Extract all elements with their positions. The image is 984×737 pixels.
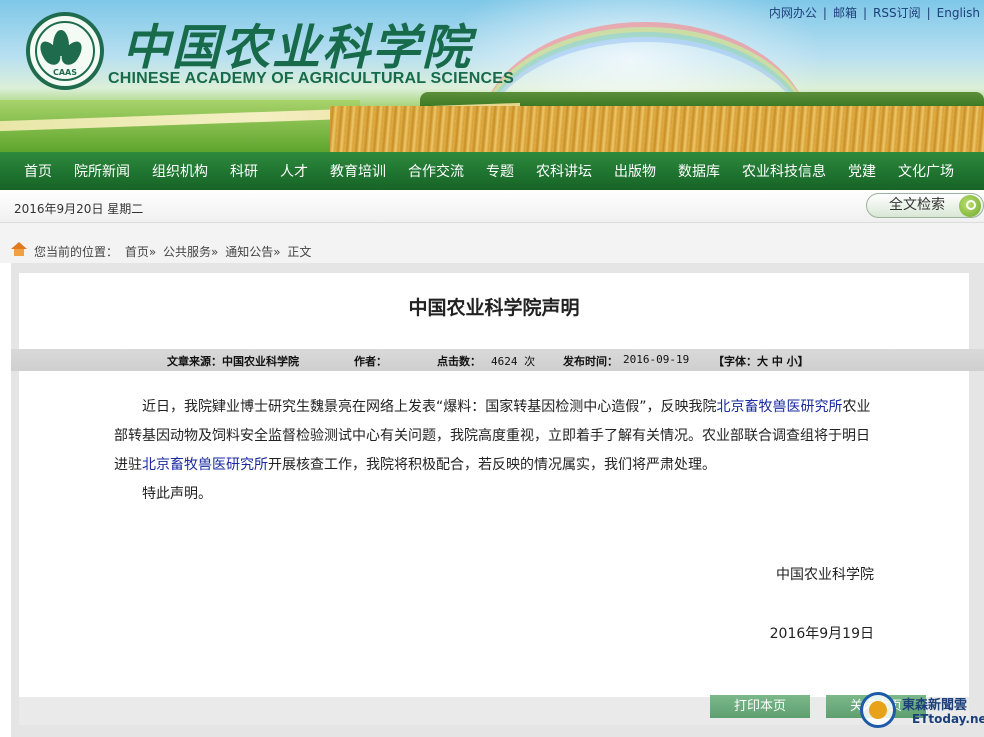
meta-author: 作者： xyxy=(354,355,387,368)
banner-wheat-field xyxy=(330,106,984,152)
site-title-cn[interactable]: 中国农业科学院 xyxy=(122,8,472,78)
print-button[interactable]: 打印本页 xyxy=(710,695,810,718)
nav-item-culture[interactable]: 文化广场 xyxy=(887,161,965,181)
date-bar: 2016年9月20日 星期二 xyxy=(0,190,984,223)
link-separator: | xyxy=(862,6,868,20)
para-text-3: 开展核查工作，我院将积极配合，若反映的情况属实，我们将严肃处理。 xyxy=(268,457,716,473)
article-paragraph: 近日，我院肄业博士研究生魏景亮在网络上发表“爆料：国家转基因检测中心造假”，反映… xyxy=(114,393,874,480)
meta-clicks-value: 4624 次 xyxy=(491,355,536,368)
mailbox-link[interactable]: 邮箱 xyxy=(833,6,857,20)
nav-item-home[interactable]: 首页 xyxy=(0,161,63,181)
fulltext-search-button[interactable]: 全文检索 xyxy=(866,193,984,218)
search-label: 全文检索 xyxy=(889,197,945,213)
ettoday-logo-icon xyxy=(860,692,896,728)
breadcrumb-prefix: 您当前的位置： xyxy=(34,245,119,259)
nav-item-news[interactable]: 院所新闻 xyxy=(63,161,141,181)
nav-item-topics[interactable]: 专题 xyxy=(475,161,525,181)
article-sign-date: 2016年9月19日 xyxy=(769,626,874,642)
top-links: 内网办公 | 邮箱 | RSS订阅 | English xyxy=(769,4,980,21)
home-icon-roof xyxy=(11,242,27,249)
watermark-line2: ETtoday.net xyxy=(912,712,984,726)
nav-item-lectures[interactable]: 农科讲坛 xyxy=(525,161,603,181)
nav-item-research[interactable]: 科研 xyxy=(219,161,269,181)
nav-item-database[interactable]: 数据库 xyxy=(667,161,731,181)
nav-item-organization[interactable]: 组织机构 xyxy=(141,161,219,181)
meta-time-label: 发布时间： xyxy=(563,355,618,368)
link-separator: | xyxy=(822,6,827,20)
current-date: 2016年9月20日 星期二 xyxy=(14,202,144,216)
nav-item-agri-info[interactable]: 农业科技信息 xyxy=(731,161,837,181)
breadcrumb-current: 正文 xyxy=(287,245,312,259)
ettoday-watermark: 東森新聞雲 ETtoday.net xyxy=(860,690,984,730)
search-icon[interactable] xyxy=(959,195,981,217)
article-signature: 中国农业科学院 xyxy=(776,567,874,583)
english-link[interactable]: English xyxy=(937,6,980,20)
main-nav: 首页 院所新闻 组织机构 科研 人才 教育培训 合作交流 专题 农科讲坛 出版物… xyxy=(0,152,984,190)
nav-item-talent[interactable]: 人才 xyxy=(269,161,319,181)
article-body: 近日，我院肄业博士研究生魏景亮在网络上发表“爆料：国家转基因检测中心造假”，反映… xyxy=(19,371,969,697)
header-banner: CAAS 中国农业科学院 CHINESE ACADEMY OF AGRICULT… xyxy=(0,0,984,152)
meta-time-value: 2016-09-19 xyxy=(623,353,690,366)
nav-item-publications[interactable]: 出版物 xyxy=(603,161,667,181)
link-separator: | xyxy=(926,6,931,20)
link-beijing-institute[interactable]: 北京畜牧兽医研究所 xyxy=(717,399,843,415)
site-title-en[interactable]: CHINESE ACADEMY OF AGRICULTURAL SCIENCES xyxy=(108,70,514,88)
meta-clicks-label: 点击数： xyxy=(437,355,481,368)
article-title: 中国农业科学院声明 xyxy=(408,297,580,319)
font-size-switcher[interactable]: 【字体：大 中 小】 xyxy=(713,353,809,369)
rss-link[interactable]: RSS订阅 xyxy=(873,6,921,20)
breadcrumb-text: 您当前的位置： 首页» 公共服务» 通知公告» 正文 xyxy=(34,243,314,260)
logo-caas-text: CAAS xyxy=(52,68,77,77)
watermark-line1: 東森新聞雲 xyxy=(902,698,968,713)
link-beijing-institute-2[interactable]: 北京畜牧兽医研究所 xyxy=(142,457,268,473)
nav-item-education[interactable]: 教育培训 xyxy=(319,161,397,181)
home-icon-body xyxy=(14,249,24,256)
article-meta-bar: 文章来源：中国农业科学院 作者： 点击数： 4624 次 发布时间： 2016-… xyxy=(11,349,984,371)
home-icon xyxy=(11,242,27,256)
nav-item-party[interactable]: 党建 xyxy=(837,161,887,181)
intranet-link[interactable]: 内网办公 xyxy=(769,6,817,20)
breadcrumb-notices[interactable]: 通知公告» xyxy=(225,245,280,259)
article-closing: 特此声明。 xyxy=(142,486,212,502)
article-title-box: 中国农业科学院声明 xyxy=(19,273,969,349)
breadcrumb-public-service[interactable]: 公共服务» xyxy=(163,245,218,259)
para-text-1: 近日，我院肄业博士研究生魏景亮在网络上发表“爆料：国家转基因检测中心造假”，反映… xyxy=(142,399,717,415)
breadcrumb: 您当前的位置： 首页» 公共服务» 通知公告» 正文 xyxy=(0,223,984,263)
caas-logo-icon[interactable]: CAAS xyxy=(26,12,104,90)
breadcrumb-home[interactable]: 首页» xyxy=(125,245,156,259)
nav-item-cooperation[interactable]: 合作交流 xyxy=(397,161,475,181)
meta-source: 文章来源：中国农业科学院 xyxy=(167,355,299,368)
